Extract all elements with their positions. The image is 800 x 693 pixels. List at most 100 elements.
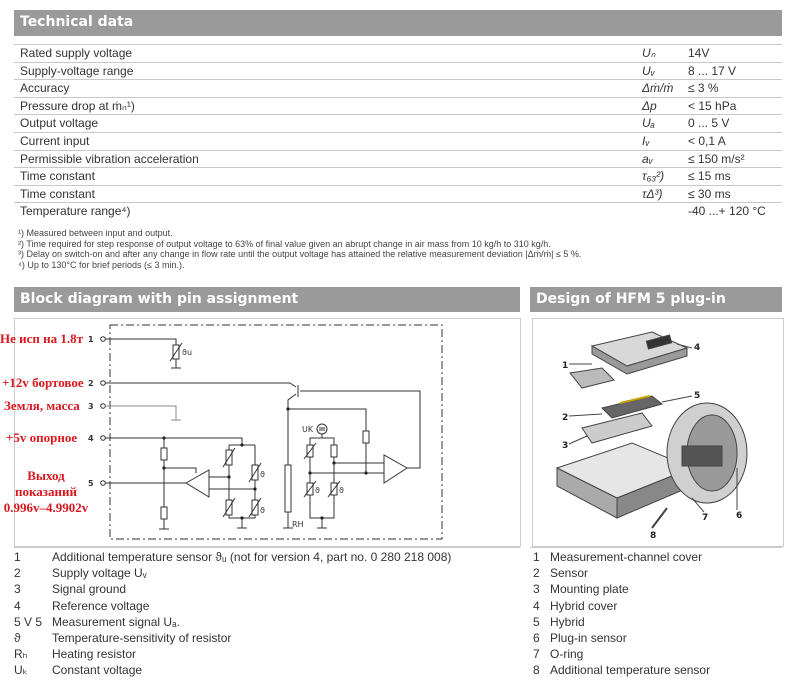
- design-header: Design of HFM 5 plug-in sensor: [530, 287, 782, 332]
- legend-text: Supply voltage Uᵥ: [52, 566, 147, 581]
- spec-value: 0 ... 5 V: [688, 116, 730, 131]
- legend-text: Constant voltage: [52, 663, 143, 678]
- spec-symbol: Δṁ/ṁ: [642, 81, 674, 96]
- spec-row: Pressure drop at ṁₙ¹) Δp < 15 hPa: [14, 96, 782, 116]
- divider: [530, 547, 782, 548]
- legend-text: Heating resistor: [52, 647, 137, 662]
- spec-label: Supply-voltage range: [20, 63, 134, 78]
- footnote: ²) Time required for step response of ou…: [18, 238, 551, 249]
- spec-value: 14V: [688, 46, 710, 60]
- spec-symbol: Uₙ: [642, 46, 656, 60]
- sensor-boundary: [109, 324, 443, 540]
- svg-text:ϑ: ϑ: [260, 506, 265, 515]
- legend-text: Measurement-channel cover: [550, 550, 703, 564]
- annotation-pin4: +5v опорное: [6, 430, 78, 445]
- block-diagram-header: Block diagram with pin assignment: [14, 287, 520, 312]
- spec-value: < 0,1 A: [688, 134, 726, 148]
- legend-text: Temperature-sensitivity of resistor: [52, 631, 232, 645]
- legend-text: Additional temperature sensor ϑᵤ (not fo…: [52, 550, 452, 564]
- svg-text:ϑ: ϑ: [339, 486, 344, 495]
- spec-label: Temperature range⁴): [20, 204, 131, 219]
- spec-symbol: Δp: [642, 98, 657, 113]
- legend-number: 5: [533, 614, 540, 629]
- legend-text: Reference voltage: [52, 598, 150, 613]
- legend-number: 1: [533, 550, 540, 564]
- spec-symbol: τΔ³): [642, 186, 663, 201]
- svg-text:8: 8: [650, 531, 656, 541]
- svg-text:5: 5: [694, 391, 700, 401]
- svg-text:4: 4: [88, 434, 94, 443]
- svg-text:2: 2: [88, 379, 94, 388]
- spec-row: Rated supply voltage Uₙ 14V: [14, 44, 782, 63]
- svg-text:ϑ: ϑ: [315, 486, 320, 495]
- legend-number: 4: [533, 598, 540, 613]
- legend-number: 3: [533, 582, 540, 597]
- footnote: ³) Delay on switch-on and after any chan…: [18, 249, 582, 259]
- spec-value: ≤ 3 %: [688, 81, 719, 96]
- annotation-pin5: Выход показаний 0.996v–4.9902v: [0, 468, 92, 516]
- annotation-line: 0.996v–4.9902v: [3, 500, 89, 515]
- legend-number: 8: [533, 663, 540, 678]
- spec-value: -40 ...+ 120 °C: [688, 204, 766, 219]
- sensor-illustration: 1 2 3 4 5 6 7 8: [555, 331, 748, 541]
- spec-symbol: aᵥ: [642, 151, 653, 166]
- spec-value: ≤ 30 ms: [688, 186, 731, 201]
- legend-text: Hybrid cover: [550, 598, 618, 613]
- legend-number: Uₖ: [14, 663, 28, 678]
- spec-row: Supply-voltage range Uᵥ 8 ... 17 V: [14, 61, 782, 81]
- spec-row: Current input Iᵥ < 0,1 A: [14, 132, 782, 151]
- rh-label: RH: [292, 520, 304, 529]
- annotation-pin2: +12v бортовое: [2, 375, 84, 390]
- svg-text:1: 1: [562, 361, 568, 371]
- footnote: ¹) Measured between input and output.: [18, 228, 173, 238]
- spec-label: Current input: [20, 134, 90, 148]
- legend-number: 3: [14, 582, 21, 597]
- legend-number: Rₕ: [14, 647, 28, 662]
- legend-text: Mounting plate: [550, 582, 629, 597]
- spec-symbol: Uₐ: [642, 116, 655, 131]
- legend-text: Sensor: [550, 566, 589, 581]
- legend-number: 2: [533, 566, 540, 581]
- spec-row: Temperature range⁴) -40 ...+ 120 °C: [14, 202, 782, 221]
- datasheet-page: Technical data Rated supply voltage Uₙ 14V…: [0, 0, 800, 693]
- spec-row: Accuracy Δṁ/ṁ ≤ 3 %: [14, 79, 782, 98]
- legend-number: 5 V 5: [14, 614, 43, 629]
- uk-label: UK: [302, 425, 314, 434]
- spec-row: Time constant τΔ³) ≤ 30 ms: [14, 184, 782, 204]
- legend-number: 7: [533, 647, 540, 662]
- svg-text:3: 3: [562, 441, 568, 451]
- svg-text:7: 7: [702, 513, 708, 523]
- footnote: ⁴) Up to 130°C for brief periods (≤ 3 mi…: [18, 259, 185, 270]
- spec-row: Permissible vibration acceleration aᵥ ≤ 15…: [14, 149, 782, 169]
- legend-number: 4: [14, 598, 21, 613]
- svg-text:1: 1: [88, 335, 94, 344]
- svg-text:3: 3: [88, 402, 94, 411]
- spec-label: Pressure drop at ṁₙ¹): [20, 98, 135, 113]
- spec-value: 8 ... 17 V: [688, 63, 737, 78]
- annotation-pin3: Земля, масса: [4, 398, 80, 413]
- spec-value: ≤ 150 m/s²: [688, 151, 745, 166]
- annotation-line: показаний: [15, 484, 77, 499]
- legend-text: Measurement signal Uₐ.: [52, 614, 180, 629]
- spec-label: Time constant: [20, 169, 95, 184]
- divider: [14, 547, 520, 548]
- theta-u-label: ϑu: [182, 348, 192, 357]
- legend-number: 6: [533, 631, 540, 645]
- spec-label: Permissible vibration acceleration: [20, 151, 199, 166]
- spec-symbol: τ₆₃²): [642, 169, 665, 184]
- spec-label: Output voltage: [20, 116, 99, 131]
- legend-text: O-ring: [550, 647, 584, 662]
- spec-row: Time constant τ₆₃²) ≤ 15 ms: [14, 167, 782, 186]
- spec-label: Time constant: [20, 186, 95, 201]
- spec-symbol: Uᵥ: [642, 63, 655, 78]
- legend-text: Hybrid: [550, 614, 585, 629]
- spec-value: ≤ 15 ms: [688, 169, 731, 184]
- spec-row: Output voltage Uₐ 0 ... 5 V: [14, 114, 782, 133]
- annotation-pin1: Не исп на 1.8т: [0, 331, 84, 346]
- svg-text:6: 6: [736, 511, 742, 521]
- legend-number: 2: [14, 566, 21, 581]
- legend-text: Plug-in sensor: [550, 631, 627, 645]
- svg-text:ϑ: ϑ: [260, 470, 265, 479]
- legend-number: 1: [14, 550, 21, 564]
- legend-number: ϑ: [14, 631, 21, 645]
